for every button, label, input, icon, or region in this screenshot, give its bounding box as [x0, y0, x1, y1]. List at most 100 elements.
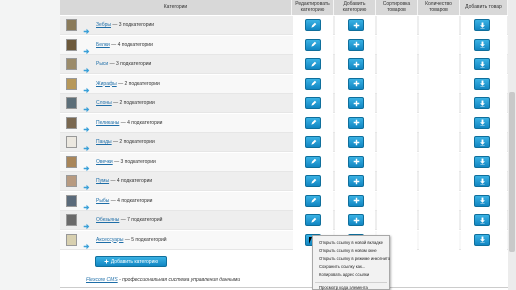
edit-category-button[interactable] — [305, 19, 321, 31]
add-product-button[interactable] — [474, 58, 490, 70]
pencil-icon — [310, 61, 317, 68]
category-link[interactable]: Обезьяны — [96, 217, 119, 223]
ctx-separator — [315, 282, 387, 283]
add-subcategory-button[interactable] — [348, 175, 364, 187]
add-product-button[interactable] — [474, 19, 490, 31]
expand-arrow-icon[interactable] — [83, 81, 90, 93]
add-subcategory-button[interactable] — [348, 136, 364, 148]
expand-arrow-icon[interactable] — [83, 61, 90, 74]
expand-arrow-icon[interactable] — [83, 198, 90, 210]
header-sort: Сортировка товаров — [376, 0, 418, 15]
category-thumbnail[interactable] — [66, 175, 77, 187]
plus-icon — [353, 41, 360, 48]
download-icon — [479, 80, 486, 87]
plus-icon — [104, 259, 109, 264]
add-product-button[interactable] — [474, 97, 490, 109]
footer-brand-link[interactable]: Flexcore CMS — [86, 277, 118, 283]
category-link[interactable]: Пеликаны — [96, 120, 119, 126]
ctx-copy-link[interactable]: Копировать адрес ссылки — [319, 272, 369, 277]
category-label: Аксессуары — 5 подкатегорий — [96, 237, 167, 243]
edit-category-button[interactable] — [305, 214, 321, 226]
table-cell — [419, 230, 459, 250]
add-subcategory-button[interactable] — [348, 214, 364, 226]
category-link[interactable]: Пумы — [96, 178, 109, 184]
edit-category-button[interactable] — [305, 38, 321, 51]
edit-category-button[interactable] — [305, 77, 321, 90]
add-subcategory-button[interactable] — [348, 194, 364, 207]
expand-arrow-icon[interactable] — [83, 178, 90, 191]
table-row: Зебры — 3 подкатегории — [60, 16, 508, 35]
category-link[interactable]: Рыси — [96, 61, 108, 67]
category-thumbnail[interactable] — [66, 194, 77, 207]
add-product-button[interactable] — [474, 155, 490, 168]
category-thumbnail[interactable] — [66, 58, 77, 70]
category-thumbnail[interactable] — [66, 214, 77, 226]
scrollbar-thumb[interactable] — [509, 92, 515, 252]
category-thumbnail[interactable] — [66, 136, 77, 148]
download-icon — [479, 60, 486, 68]
add-category-button[interactable]: Добавить категорию — [95, 256, 167, 267]
edit-category-button[interactable] — [305, 97, 321, 109]
add-subcategory-button[interactable] — [348, 97, 364, 109]
category-link[interactable]: Жирафы — [96, 81, 117, 87]
add-product-button[interactable] — [474, 38, 490, 51]
plus-icon — [353, 119, 360, 126]
category-thumbnail[interactable] — [66, 19, 77, 31]
expand-arrow-icon[interactable] — [83, 159, 90, 171]
ctx-open-new-tab[interactable]: Открыть ссылку в новой вкладке — [319, 240, 383, 245]
category-thumbnail[interactable] — [66, 233, 77, 246]
category-thumbnail[interactable] — [66, 97, 77, 109]
edit-category-button[interactable] — [305, 136, 321, 148]
add-subcategory-button[interactable] — [348, 116, 364, 129]
category-thumbnail[interactable] — [66, 38, 77, 51]
add-product-button[interactable] — [474, 77, 490, 90]
ctx-save-link[interactable]: Сохранить ссылку как... — [319, 264, 365, 269]
expand-arrow-icon[interactable] — [83, 42, 90, 54]
category-link[interactable]: Рыбы — [96, 198, 109, 204]
expand-arrow-icon[interactable] — [83, 22, 90, 35]
header-add: Добавить категорию — [334, 0, 376, 15]
edit-category-button[interactable] — [305, 175, 321, 187]
expand-arrow-icon[interactable] — [83, 120, 90, 132]
add-product-button[interactable] — [474, 175, 490, 187]
add-subcategory-button[interactable] — [348, 38, 364, 51]
add-product-button[interactable] — [474, 233, 490, 246]
header-count: Количество товаров — [418, 0, 460, 15]
edit-category-button[interactable] — [305, 194, 321, 207]
category-link[interactable]: Аксессуары — [96, 237, 123, 243]
add-product-button[interactable] — [474, 136, 490, 148]
ctx-open-new-window[interactable]: Открыть ссылку в новом окне — [319, 248, 377, 253]
category-thumbnail[interactable] — [66, 155, 77, 168]
table-cell — [377, 113, 417, 133]
edit-category-button[interactable] — [305, 58, 321, 70]
ctx-inspect[interactable]: Просмотр кода элемента — [319, 285, 368, 290]
pencil-icon — [310, 80, 317, 87]
table-row: Белки — 4 подкатегории — [60, 35, 508, 55]
category-link[interactable]: Овечки — [96, 159, 113, 165]
table-cell — [377, 16, 417, 35]
add-subcategory-button[interactable] — [348, 155, 364, 168]
add-subcategory-button[interactable] — [348, 77, 364, 90]
edit-category-button[interactable] — [305, 155, 321, 168]
table-cell — [377, 152, 417, 172]
expand-arrow-icon[interactable] — [83, 139, 90, 152]
add-product-button[interactable] — [474, 194, 490, 207]
category-thumbnail[interactable] — [66, 77, 77, 90]
expand-arrow-icon[interactable] — [83, 237, 90, 249]
add-subcategory-button[interactable] — [348, 58, 364, 70]
category-thumbnail[interactable] — [66, 116, 77, 129]
add-product-button[interactable] — [474, 214, 490, 226]
table-cell — [419, 74, 459, 94]
table-cell — [419, 211, 459, 230]
table-cell — [377, 172, 417, 191]
edit-category-button[interactable] — [305, 116, 321, 129]
add-subcategory-button[interactable] — [348, 19, 364, 31]
ctx-open-incognito[interactable]: Открыть ссылку в режиме инкогнито — [319, 256, 390, 261]
add-product-button[interactable] — [474, 116, 490, 129]
expand-arrow-icon[interactable] — [83, 217, 90, 230]
expand-arrow-icon[interactable] — [83, 100, 90, 113]
category-link[interactable]: Белки — [96, 42, 110, 48]
category-link[interactable]: Зебры — [96, 22, 111, 28]
category-link[interactable]: Слоны — [96, 100, 112, 106]
category-link[interactable]: Панды — [96, 139, 112, 145]
